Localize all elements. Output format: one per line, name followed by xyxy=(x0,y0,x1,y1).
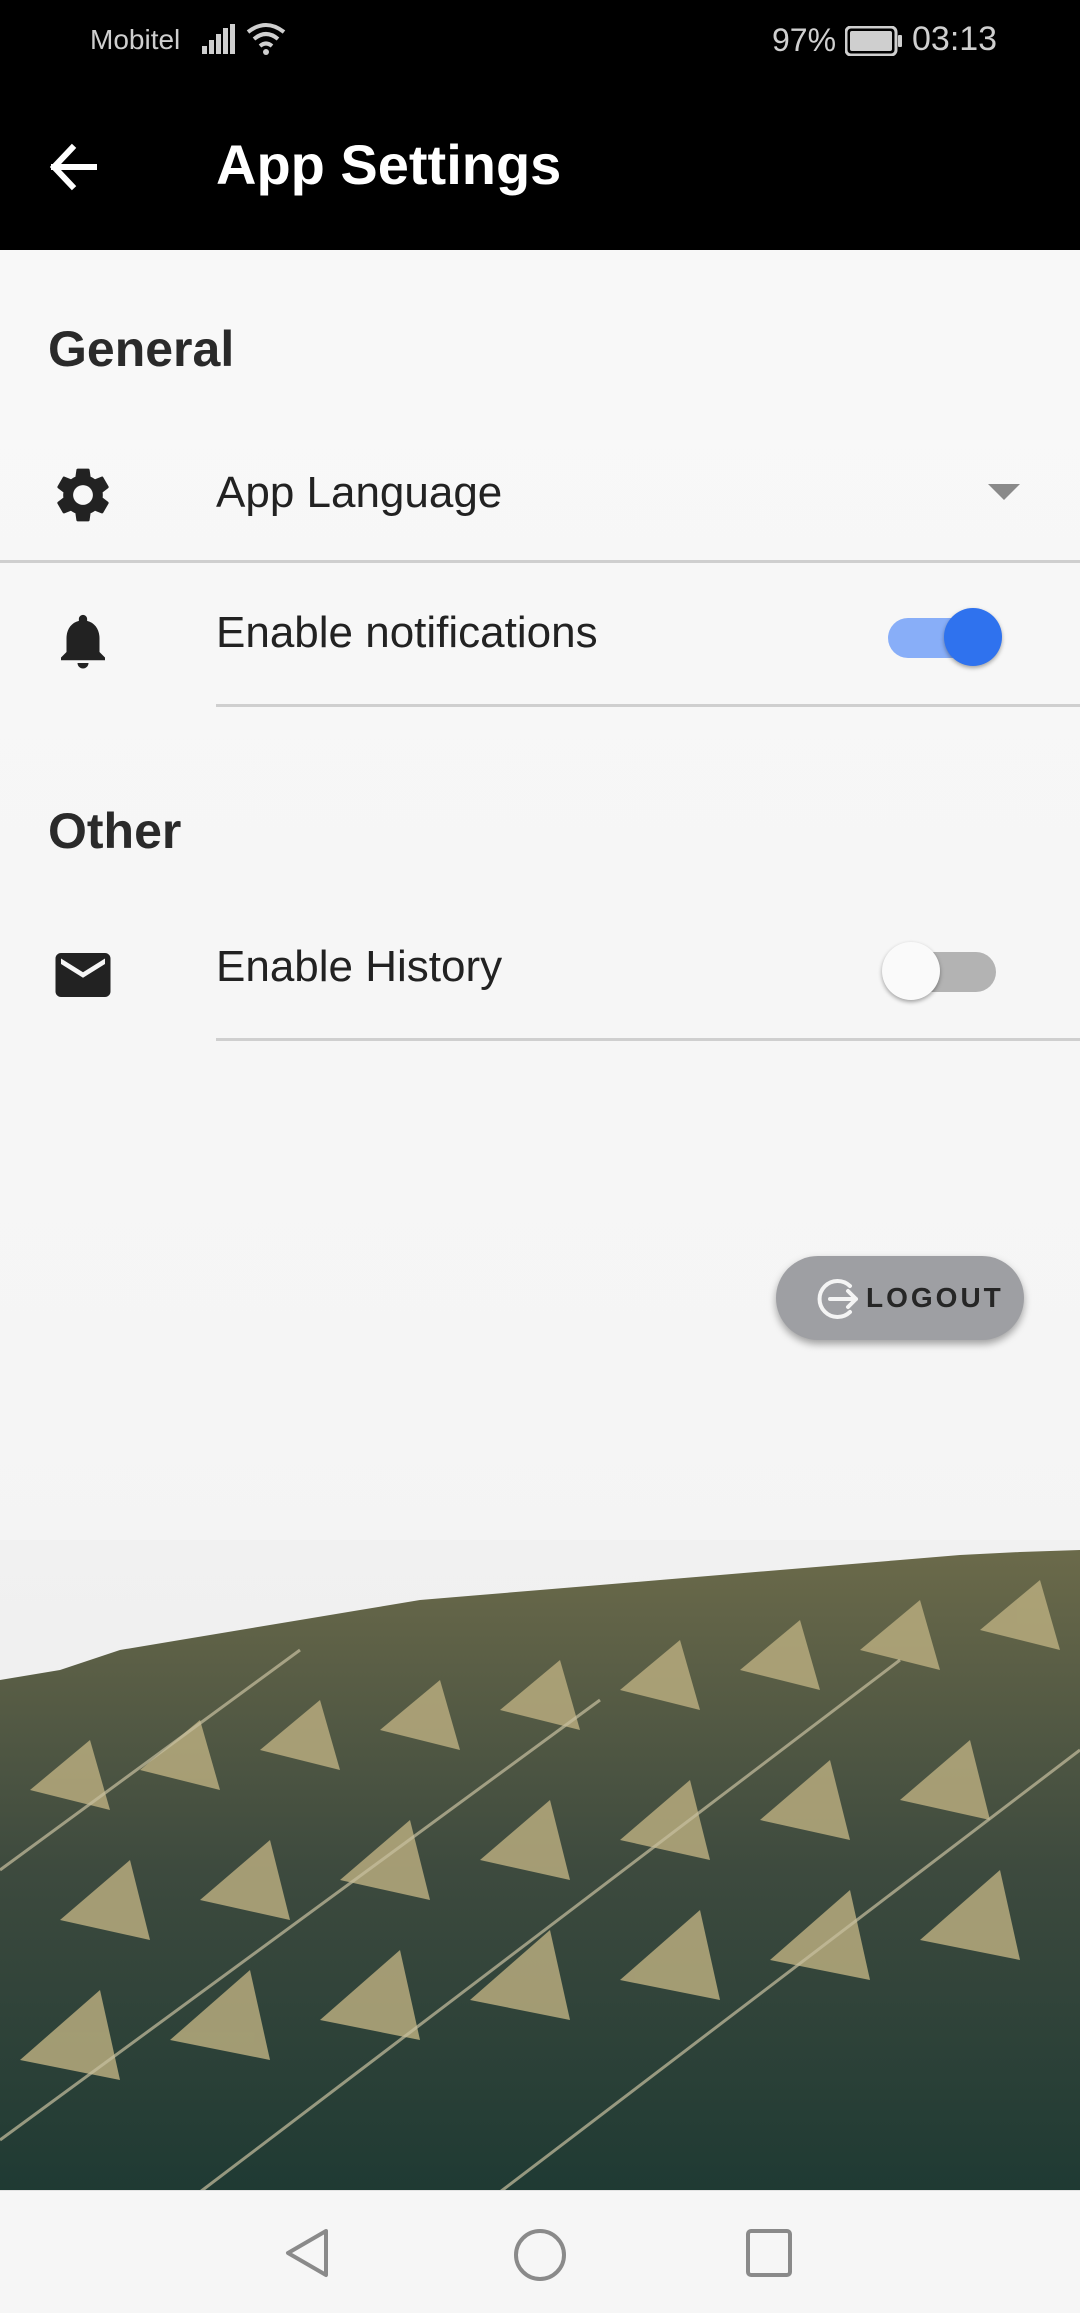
divider xyxy=(216,704,1080,707)
battery-icon xyxy=(845,26,902,56)
background-image xyxy=(0,1540,1080,2192)
logout-button[interactable]: LOGOUT xyxy=(776,1256,1024,1340)
nav-recent-icon[interactable] xyxy=(744,2227,794,2279)
section-title-other: Other xyxy=(48,803,182,859)
logout-icon xyxy=(817,1279,858,1319)
arrow-left-icon xyxy=(49,143,97,191)
clock: 03:13 xyxy=(912,20,998,58)
app-language-label: App Language xyxy=(216,468,503,517)
nav-back-icon[interactable] xyxy=(282,2227,332,2279)
app-bar: App Settings xyxy=(0,82,1080,250)
divider xyxy=(0,560,1080,563)
battery-percent: 97% xyxy=(772,22,837,58)
bell-icon xyxy=(61,614,105,669)
history-toggle[interactable] xyxy=(882,936,998,1000)
dropdown-arrow-icon[interactable] xyxy=(988,484,1020,500)
notifications-toggle[interactable] xyxy=(886,602,1002,666)
settings-row-app-language[interactable]: App Language xyxy=(0,422,1080,562)
gear-icon xyxy=(57,468,109,522)
divider xyxy=(216,1038,1080,1041)
system-nav-bar xyxy=(0,2190,1080,2313)
logout-label: LOGOUT xyxy=(866,1282,1004,1313)
notifications-label: Enable notifications xyxy=(216,608,598,657)
nav-home-icon[interactable] xyxy=(512,2227,568,2283)
wifi-icon xyxy=(246,23,286,55)
settings-row-history: Enable History xyxy=(0,902,1080,1042)
toggle-knob xyxy=(882,942,940,1000)
status-bar: Mobitel 97% 03:13 xyxy=(0,0,1080,82)
envelope-icon xyxy=(55,953,111,997)
signal-icon xyxy=(202,24,235,54)
history-label: Enable History xyxy=(216,942,503,991)
carrier-name: Mobitel xyxy=(90,24,181,55)
back-button[interactable] xyxy=(40,132,130,202)
section-title-general: General xyxy=(48,321,235,377)
toggle-knob xyxy=(944,608,1002,666)
settings-row-notifications: Enable notifications xyxy=(0,568,1080,708)
page-title: App Settings xyxy=(216,133,562,196)
